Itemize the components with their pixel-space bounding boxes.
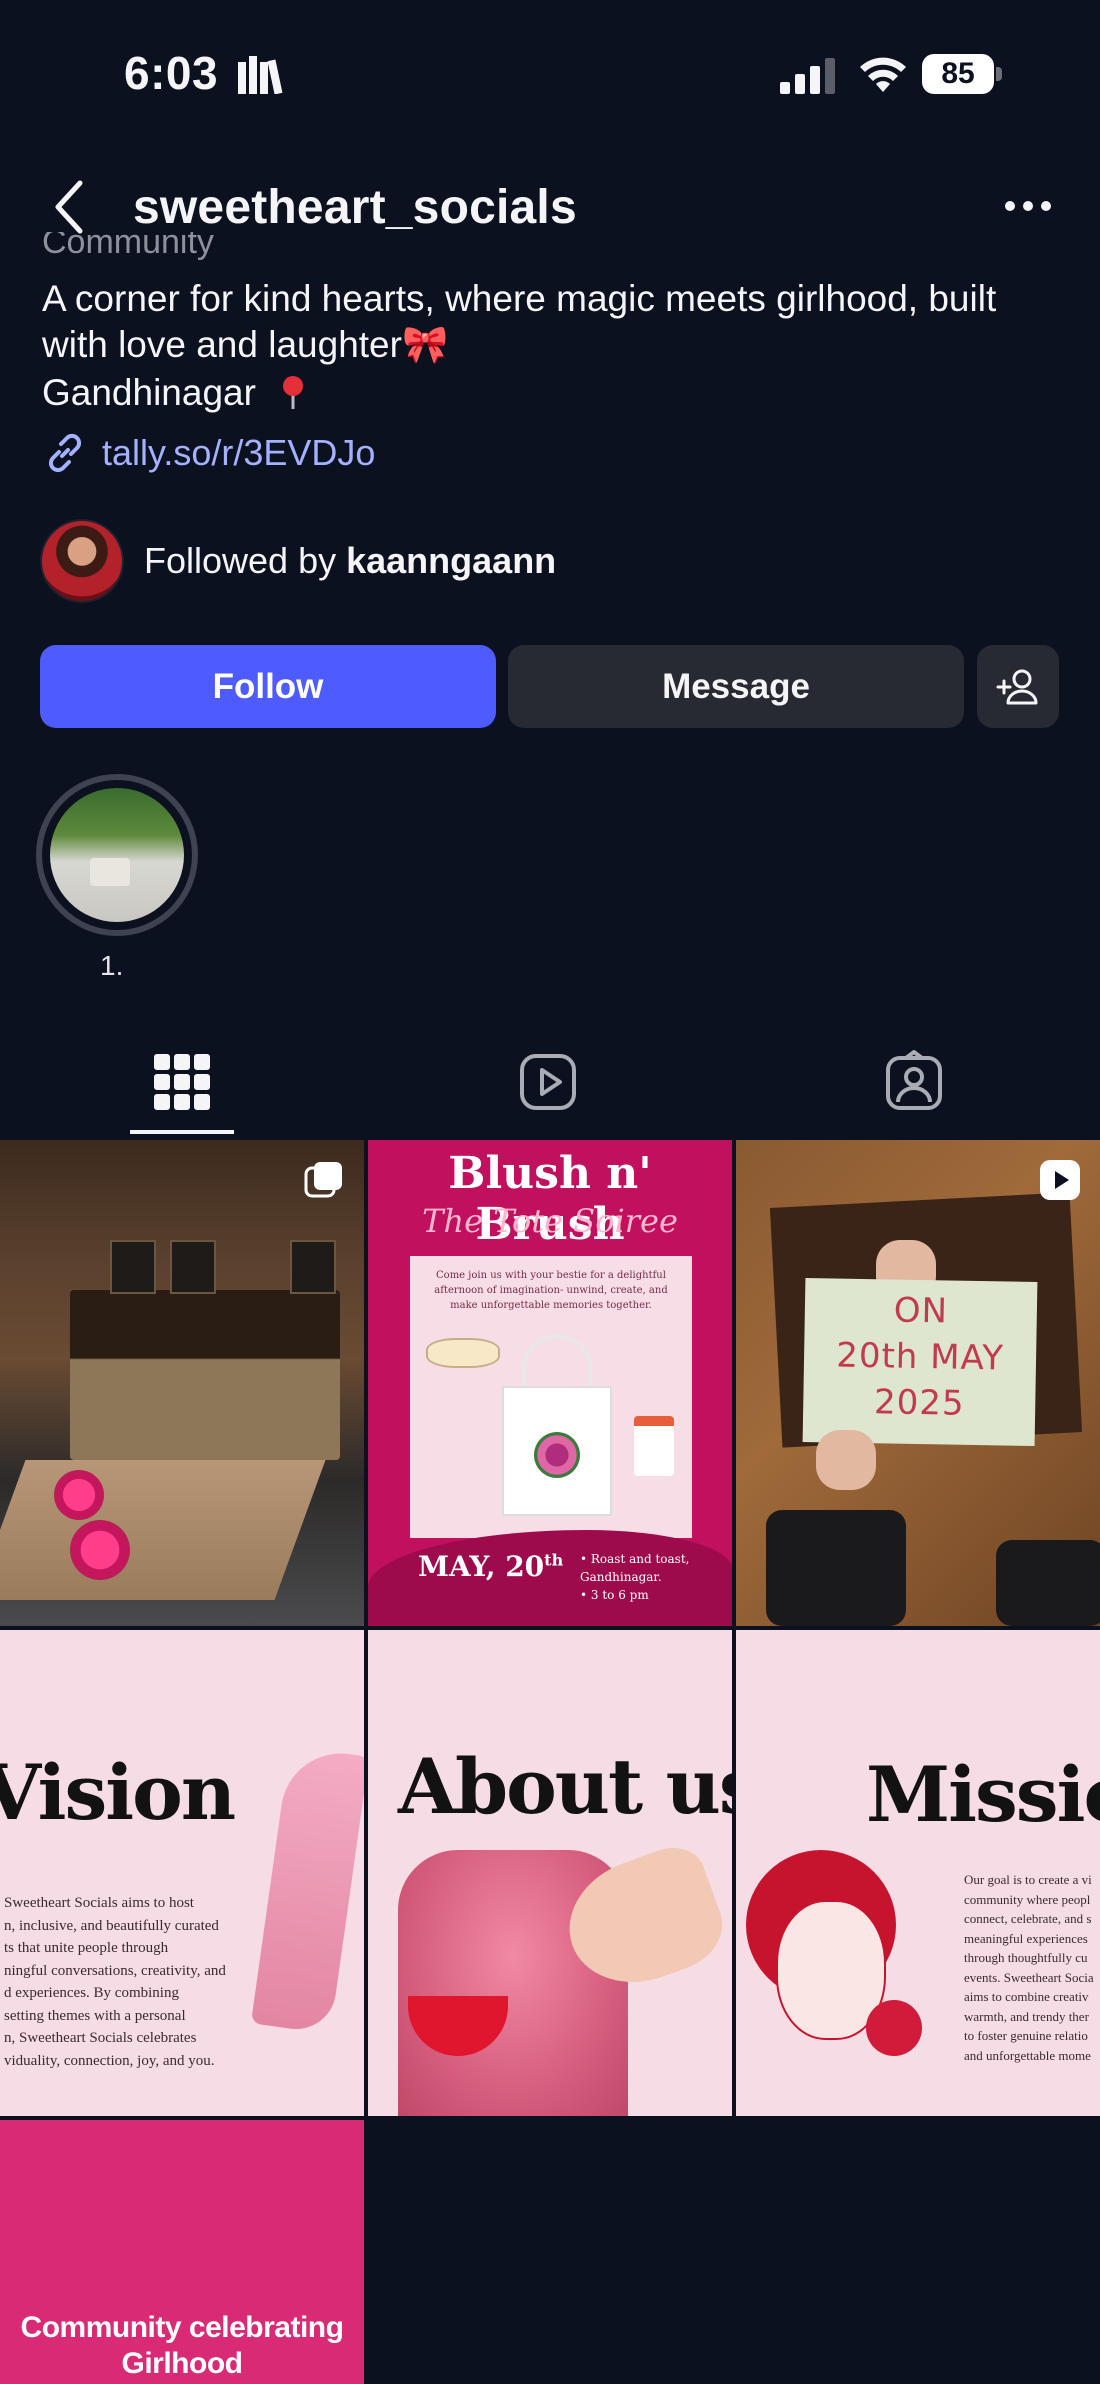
- posts-grid: Blush n' Brush The Tote Soiree Come join…: [0, 1140, 1100, 2384]
- link-icon: [48, 433, 82, 473]
- post-subtitle: The Tote Soiree: [422, 1202, 678, 1240]
- post-body: Sweetheart Socials aims to host n, inclu…: [4, 1895, 226, 2069]
- post-card: Come join us with your bestie for a deli…: [410, 1256, 692, 1538]
- battery-level: 85: [922, 54, 994, 94]
- battery-icon: 85: [922, 54, 1004, 94]
- post-details: • Roast and toast, Gandhinagar. • 3 to 6…: [580, 1550, 689, 1604]
- post-date: MAY, 20th: [418, 1550, 563, 1583]
- post-tile-cafe[interactable]: [0, 1140, 364, 1626]
- story-highlight[interactable]: [36, 774, 198, 936]
- followed-by-text: Followed by kaanngaann: [144, 540, 556, 582]
- grid-icon[interactable]: [150, 1050, 214, 1114]
- sign-line-1: ON: [893, 1290, 949, 1332]
- post-detail-city: Gandhinagar.: [580, 1570, 662, 1584]
- follower-name: kaanngaann: [346, 540, 557, 581]
- highlight-cover: [50, 788, 184, 922]
- books-icon: [238, 56, 283, 94]
- followed-by-prefix: Followed by: [144, 540, 347, 581]
- more-options-icon[interactable]: [1000, 191, 1060, 221]
- post-sign: ON 20th MAY 2025: [802, 1277, 1038, 1447]
- post-tile-community[interactable]: Community celebrating Girlhood: [0, 2120, 364, 2384]
- sign-line-2: 20th MAY: [835, 1335, 1005, 1379]
- location-text: Gandhinagar: [42, 372, 256, 413]
- bio-location: Gandhinagar: [42, 370, 306, 416]
- followed-by-row[interactable]: Followed by kaanngaann: [40, 518, 556, 604]
- cellular-signal-icon: [780, 58, 835, 94]
- link-text[interactable]: tally.so/r/3EVDJo: [102, 432, 375, 474]
- add-user-icon: [996, 669, 1038, 704]
- profile-tabs: [0, 1040, 1100, 1136]
- post-title-line-1: Community celebrating: [20, 2311, 344, 2344]
- selected-tab-indicator: [130, 1130, 234, 1134]
- back-chevron-icon[interactable]: [48, 177, 90, 237]
- bio-category: Community: [42, 232, 214, 261]
- post-title: Community celebrating Girlhood: [0, 2310, 364, 2382]
- heel-illustration: [250, 1745, 364, 2035]
- pinup-illustration: [736, 1850, 936, 2110]
- post-detail-time: • 3 to 6 pm: [580, 1588, 649, 1602]
- avatar[interactable]: [40, 519, 124, 603]
- post-title: Vision: [0, 1748, 236, 1837]
- suggested-users-button[interactable]: [977, 645, 1059, 728]
- post-body: Our goal is to create a vi community whe…: [964, 1872, 1094, 2063]
- post-tile-mission[interactable]: Mission Our goal is to create a vi commu…: [736, 1630, 1100, 2116]
- tagged-icon[interactable]: [882, 1050, 946, 1114]
- carousel-icon: [304, 1162, 342, 1198]
- post-tile-save-the-date[interactable]: ON 20th MAY 2025: [736, 1140, 1100, 1626]
- bio-text: A corner for kind hearts, where magic me…: [42, 278, 997, 365]
- post-title: Mission: [866, 1750, 1100, 1839]
- wifi-icon: [860, 57, 906, 92]
- sign-line-3: 2025: [873, 1382, 965, 1424]
- post-date-sup: th: [544, 1550, 564, 1570]
- reel-icon: [1040, 1160, 1080, 1200]
- status-bar: 6:03 85: [0, 0, 1100, 150]
- post-date-main: MAY, 20: [418, 1550, 545, 1583]
- status-time: 6:03: [124, 47, 219, 99]
- follow-button[interactable]: Follow: [40, 645, 496, 728]
- post-title: About us: [398, 1742, 732, 1831]
- reels-icon[interactable]: [516, 1050, 580, 1114]
- message-button[interactable]: Message: [508, 645, 964, 728]
- post-body: Come join us with your bestie for a deli…: [434, 1270, 668, 1311]
- post-tile-about-us[interactable]: About us: [368, 1630, 732, 2116]
- bio-link[interactable]: tally.so/r/3EVDJo: [42, 430, 375, 476]
- pin-icon: [283, 376, 304, 409]
- post-tile-vision[interactable]: Vision Sweetheart Socials aims to host n…: [0, 1630, 364, 2116]
- highlight-label: 1.: [100, 950, 124, 981]
- page-title-username: sweetheart_socials: [133, 181, 577, 234]
- post-title-line-2: Girlhood: [121, 2347, 243, 2380]
- post-detail-venue: • Roast and toast,: [580, 1552, 690, 1566]
- post-tile-blush-n-brush[interactable]: Blush n' Brush The Tote Soiree Come join…: [368, 1140, 732, 1626]
